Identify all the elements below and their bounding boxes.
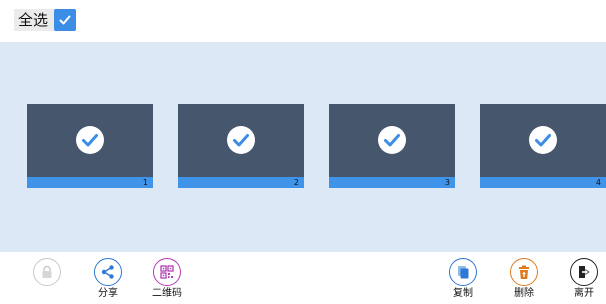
share-label: 分享 — [98, 288, 118, 299]
slide-number: 4 — [595, 178, 601, 187]
app-root: 全选 1 2 3 4 分享 二维码 复制 删除 离开 — [0, 0, 606, 304]
slide-number-bar — [480, 177, 606, 188]
select-all-toggle[interactable]: 全选 — [14, 9, 77, 31]
lock-button-circle — [33, 258, 61, 286]
qrcode-icon — [160, 265, 174, 279]
slide-thumbnail[interactable]: 4 — [480, 104, 606, 188]
slide-thumbnail[interactable]: 3 — [329, 104, 455, 188]
copy-button[interactable]: 复制 — [443, 258, 483, 300]
delete-button[interactable]: 删除 — [504, 258, 544, 300]
select-all-label: 全选 — [18, 11, 49, 29]
selected-check-icon — [529, 126, 557, 154]
delete-label: 删除 — [514, 288, 534, 299]
delete-icon — [519, 265, 529, 279]
qrcode-label: 二维码 — [152, 288, 182, 299]
exit-label: 离开 — [574, 288, 594, 299]
slide-number-bar — [178, 177, 304, 188]
selected-check-icon — [378, 126, 406, 154]
slide-thumbnail[interactable]: 1 — [27, 104, 153, 188]
slide-number: 3 — [444, 178, 450, 187]
share-button[interactable]: 分享 — [88, 258, 128, 300]
selected-check-icon — [227, 126, 255, 154]
share-icon — [101, 265, 114, 279]
slide-number: 2 — [293, 178, 299, 187]
lock-icon — [42, 265, 52, 278]
copy-icon — [458, 266, 469, 279]
qrcode-button[interactable]: 二维码 — [147, 258, 187, 300]
slide-number: 1 — [142, 178, 148, 187]
share-button-circle — [94, 258, 122, 286]
selected-check-icon — [76, 126, 104, 154]
slide-number-bar — [329, 177, 455, 188]
copy-button-circle — [449, 258, 477, 286]
slide-thumbnail[interactable]: 2 — [178, 104, 304, 188]
checkmark-icon — [59, 15, 71, 25]
slide-number-bar — [27, 177, 153, 188]
exit-button[interactable]: 离开 — [564, 258, 604, 300]
copy-label: 复制 — [453, 288, 473, 299]
exit-icon — [579, 266, 590, 278]
delete-button-circle — [510, 258, 538, 286]
lock-button[interactable] — [27, 258, 67, 288]
qrcode-button-circle — [153, 258, 181, 286]
slide-strip: 1 2 3 4 — [0, 42, 606, 252]
exit-button-circle — [570, 258, 598, 286]
select-all-checkbox[interactable] — [54, 9, 77, 31]
